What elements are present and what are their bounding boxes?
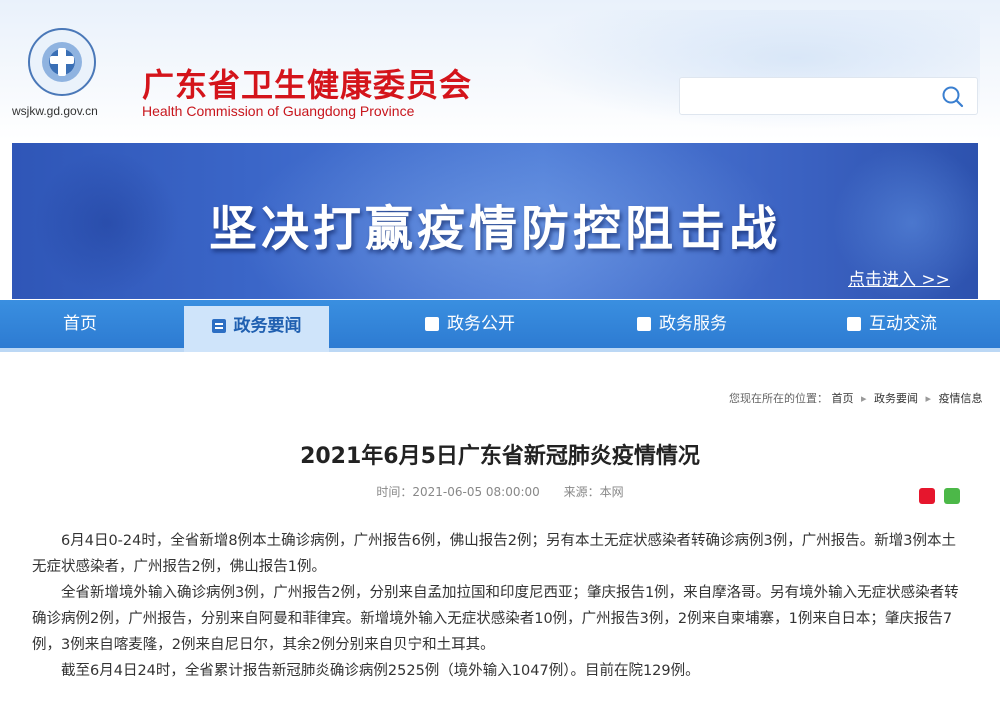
site-title[interactable]: 广东省卫生健康委员会 bbox=[142, 60, 472, 106]
search-box bbox=[679, 77, 978, 115]
commission-emblem-icon[interactable] bbox=[28, 28, 96, 96]
article-title: 2021年6月5日广东省新冠肺炎疫情情况 bbox=[300, 444, 700, 469]
main-nav: 首页 政务要闻 政务公开 政务服务 互动交流 bbox=[0, 300, 1000, 352]
banner-slogan: 坚决打赢疫情防控阻击战 bbox=[208, 201, 781, 257]
breadcrumb-prefix: 您现在所在的位置： bbox=[729, 392, 828, 405]
nav-gov-service-label: 政务服务 bbox=[659, 314, 727, 334]
site-header: wsjkw.gd.gov.cn 广东省卫生健康委员会 Health Commis… bbox=[0, 0, 1000, 140]
nav-interaction-label: 互动交流 bbox=[869, 314, 937, 334]
nav-gov-service[interactable]: 政务服务 bbox=[612, 300, 752, 348]
share-buttons bbox=[915, 485, 961, 504]
nav-gov-public-label: 政务公开 bbox=[447, 314, 515, 334]
weibo-icon[interactable] bbox=[919, 487, 935, 504]
article-paragraph: 全省新增境外输入确诊病例3例，广州报告2例，分别来自孟加拉国和印度尼西亚；肇庆报… bbox=[32, 585, 959, 653]
nav-gov-public[interactable]: 政务公开 bbox=[400, 300, 540, 348]
breadcrumb-epidemic-info[interactable]: 疫情信息 bbox=[939, 392, 983, 405]
article-meta: 时间：2021-06-05 08:00:00 来源：本网 bbox=[0, 483, 1000, 500]
search-input[interactable] bbox=[688, 84, 928, 108]
wechat-icon[interactable] bbox=[944, 487, 961, 504]
breadcrumb-separator-icon: ▸ bbox=[861, 392, 867, 405]
nav-interaction[interactable]: 互动交流 bbox=[822, 300, 962, 348]
clipboard-icon bbox=[637, 317, 651, 331]
breadcrumb-home[interactable]: 首页 bbox=[832, 392, 854, 405]
document-icon bbox=[425, 317, 439, 331]
news-icon bbox=[211, 319, 226, 333]
breadcrumb-separator-icon: ▸ bbox=[925, 392, 932, 405]
nav-news[interactable]: 政务要闻 bbox=[184, 306, 329, 352]
chat-icon bbox=[847, 317, 861, 331]
search-icon[interactable] bbox=[940, 84, 966, 110]
breadcrumb-news[interactable]: 政务要闻 bbox=[874, 392, 918, 405]
covid-banner[interactable]: 坚决打赢疫情防控阻击战 点击进入 >> bbox=[12, 143, 978, 299]
nav-home[interactable]: 首页 bbox=[20, 300, 140, 348]
site-domain: wsjkw.gd.gov.cn bbox=[12, 104, 98, 118]
banner-enter-link[interactable]: 点击进入 >> bbox=[848, 265, 950, 290]
article-body: 6月4日0-24时，全省新增8例本土确诊病例，广州报告6例，佛山报告2例；另有本… bbox=[32, 528, 968, 684]
article-source: 来源：本网 bbox=[563, 485, 624, 499]
breadcrumb: 您现在所在的位置： 首页 ▸ 政务要闻 ▸ 疫情信息 bbox=[729, 390, 983, 406]
nav-news-label: 政务要闻 bbox=[233, 316, 302, 336]
article-time: 时间：2021-06-05 08:00:00 bbox=[376, 485, 540, 499]
nav-home-label: 首页 bbox=[63, 314, 97, 334]
article-paragraph: 6月4日0-24时，全省新增8例本土确诊病例，广州报告6例，佛山报告2例；另有本… bbox=[32, 533, 956, 575]
site-subtitle: Health Commission of Guangdong Province bbox=[142, 103, 415, 119]
article-paragraph: 截至6月4日24时，全省累计报告新冠肺炎确诊病例2525例（境外输入1047例）… bbox=[61, 663, 700, 679]
